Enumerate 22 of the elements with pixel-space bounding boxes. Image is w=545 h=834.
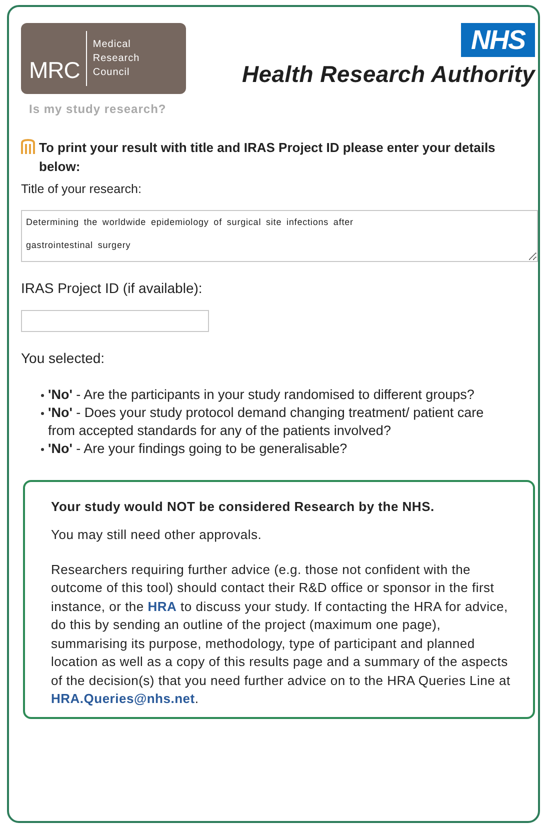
- bullet-icon: [41, 412, 44, 415]
- project-id-field[interactable]: [21, 310, 209, 332]
- field-label: Title of your research:: [21, 182, 142, 196]
- bullet-icon: [41, 394, 44, 397]
- selection-heading: You selected:: [21, 350, 106, 366]
- selected-answer: 'No' - Does your study protocol demand changing treatment/ patient care from accepted standards for any of the patients involved?: [48, 404, 485, 440]
- nhs-logo: NHS: [461, 23, 535, 57]
- organisation-name: Health Research Authority: [242, 61, 535, 88]
- selected-answer: 'No' - Are the participants in your study randomised to different groups?: [48, 386, 474, 404]
- intro-text: To print your result with title and IRAS Project ID please enter your details below:: [39, 139, 496, 176]
- field-label: IRAS Project ID (if available):: [21, 280, 204, 296]
- link[interactable]: HRA.Queries@nhs.net: [51, 691, 195, 706]
- bullet-icon: [41, 448, 44, 451]
- link[interactable]: HRA: [148, 598, 177, 614]
- page-subtitle: Is my study research?: [29, 102, 168, 116]
- selected-answer: 'No' - Are your findings going to be generalisable?: [48, 440, 348, 458]
- approval-note: You may still need other approvals.: [51, 526, 263, 544]
- result-heading: Your study would NOT be considered Research by the NHS.: [51, 498, 436, 516]
- mrc-logo: MRC Medical Research Council: [21, 23, 186, 94]
- arch-icon: [21, 139, 35, 154]
- title-field[interactable]: Determining the worldwide epidemiology of surgical site infections after gastrointestinal surgery: [21, 210, 538, 262]
- advice-paragraph: Researchers requiring further advice (e.g. those not confident with the outcome of this tool) should contact their R&D office or sponsor in the first instance, or the HRA to discuss your study. If contacting the HRA for advice, do this by sending an outline of the project (maximum one page), summarising its purpose, methodology, type of participant and planned location as well as a copy of this results page and a summary of the aspects of the decision(s) that you need further advice on to the HRA Queries Line at HRA.Queries@nhs.net.: [51, 560, 512, 708]
